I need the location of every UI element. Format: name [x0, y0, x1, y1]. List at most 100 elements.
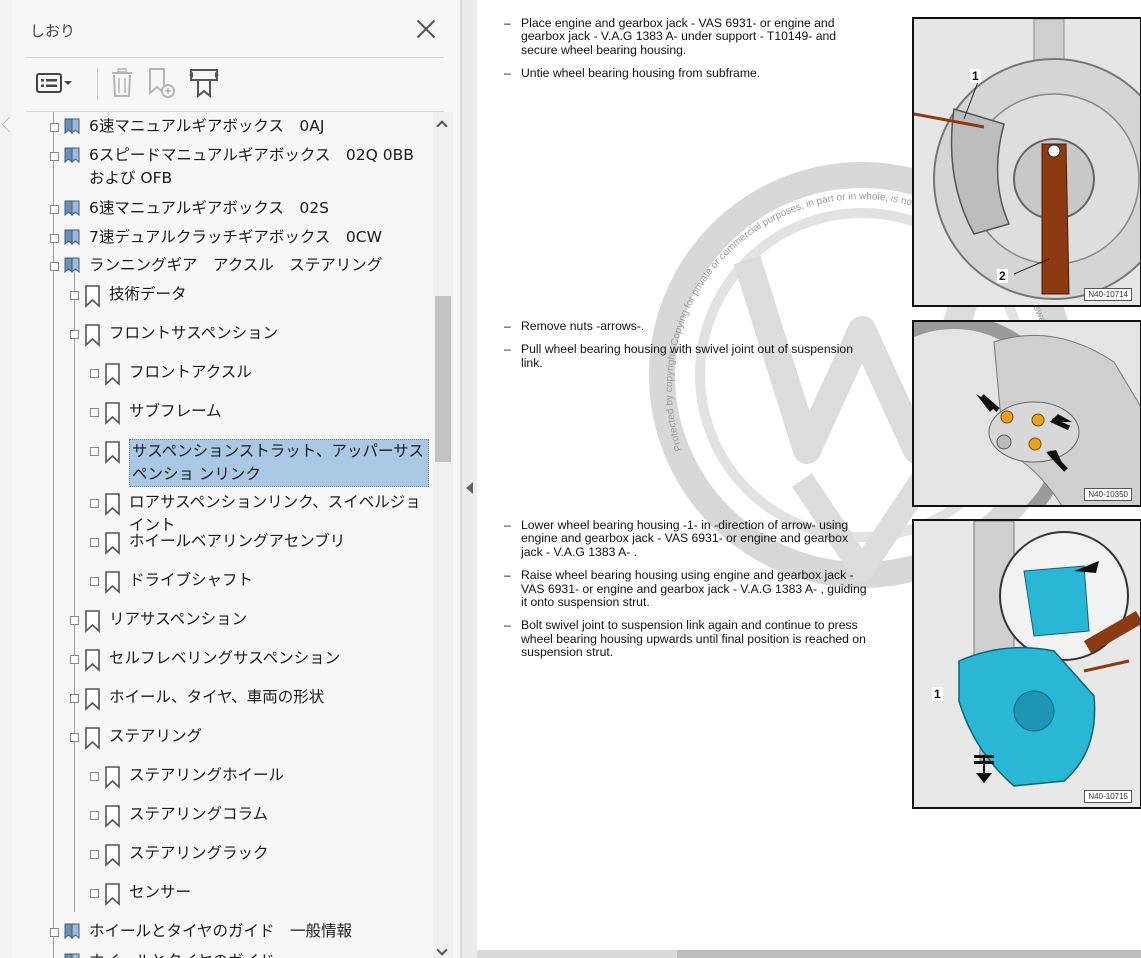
tree-toggle[interactable] [90, 499, 99, 508]
tree-toggle[interactable] [50, 152, 59, 161]
bookmarks-toolbar [26, 62, 444, 106]
bookmark-item[interactable]: セルフレベリングサスペンション [70, 647, 432, 676]
bookmark-item[interactable]: ホイールとタイヤのガイド [50, 950, 432, 958]
instruction-block-1: Place engine and gearbox jack - VAS 6931… [504, 16, 869, 91]
instruction-block-2: Remove nuts -arrows-. Pull wheel bearing… [504, 319, 869, 380]
bookmark-label: サスペンションストラット、アッパーサスペンショ ンリンク [129, 439, 429, 487]
bookmark-item[interactable]: 技術データ [70, 283, 432, 312]
tree-toggle[interactable] [70, 330, 79, 339]
bookmark-label: ランニングギア アクスル ステアリング [89, 256, 383, 274]
bookmark-item[interactable]: ホイール、タイヤ、車両の形状 [70, 686, 432, 715]
bookmark-group-icon [63, 116, 83, 140]
tree-toggle[interactable] [90, 772, 99, 781]
bookmark-item[interactable]: サスペンションストラット、アッパーサスペンショ ンリンク [90, 439, 432, 487]
bookmark-icon [103, 362, 123, 390]
panel-edge-icon [0, 116, 12, 136]
bookmark-item[interactable]: ステアリングコラム [90, 803, 432, 832]
instruction-step: Pull wheel bearing housing with swivel j… [504, 343, 869, 370]
bookmark-item[interactable]: リアサスペンション [70, 608, 432, 637]
expand-bookmark-icon[interactable] [186, 66, 222, 100]
bookmark-group-icon [63, 198, 83, 222]
bookmark-item[interactable]: ドライブシャフト [90, 569, 432, 598]
tree-toggle[interactable] [90, 577, 99, 586]
new-bookmark-icon[interactable] [144, 66, 178, 100]
tree-toggle[interactable] [70, 616, 79, 625]
tree-toggle[interactable] [90, 850, 99, 859]
bookmark-item[interactable]: ホイールベアリングアセンブリ [90, 530, 432, 559]
trash-icon[interactable] [106, 66, 138, 100]
bookmark-item[interactable]: ステアリングホイール [90, 764, 432, 793]
bookmark-label: 6速マニュアルギアボックス 0AJ [89, 117, 325, 135]
bookmark-icon [103, 401, 123, 429]
tree-toggle[interactable] [50, 928, 59, 937]
bookmark-label: ホイールとタイヤのガイド 一般情報 [89, 922, 353, 940]
bookmark-group-icon [63, 921, 83, 945]
tree-toggle[interactable] [90, 811, 99, 820]
bookmark-label: ステアリング [109, 727, 203, 745]
bookmark-label: リアサスペンション [109, 610, 248, 628]
panel-splitter[interactable] [461, 0, 477, 958]
tree-toggle[interactable] [50, 234, 59, 243]
scroll-up-icon[interactable] [436, 120, 448, 132]
bookmark-item[interactable]: ホイールとタイヤのガイド 一般情報 [50, 920, 432, 945]
instruction-step: Raise wheel bearing housing using engine… [504, 568, 869, 609]
figure-callout: 1 [970, 69, 981, 83]
figure-code: N40-10715 [1084, 790, 1132, 803]
bookmark-group-icon [63, 951, 83, 958]
bookmark-icon [103, 843, 123, 871]
tree-toggle[interactable] [90, 447, 99, 456]
bookmark-item[interactable]: 6速マニュアルギアボックス 02S [50, 197, 432, 222]
tree-toggle[interactable] [50, 205, 59, 214]
bookmark-label: フロントサスペンション [109, 324, 279, 342]
bookmark-tree: 6速マニュアルギアボックス 0AJ 6スピードマニュアルギアボックス 02Q 0B… [12, 112, 461, 958]
divider [26, 57, 444, 58]
bookmark-item[interactable]: 6スピードマニュアルギアボックス 02Q 0BB および OFB [50, 144, 432, 190]
scrollbar-thumb[interactable] [677, 950, 1141, 958]
bookmark-item[interactable]: 7速デュアルクラッチギアボックス 0CW [50, 226, 432, 251]
list-options-icon[interactable] [32, 66, 76, 100]
bookmark-item[interactable]: フロントサスペンション [70, 322, 432, 351]
bookmark-icon [83, 648, 103, 676]
figure-swivel-joint-nuts: N40-10350 [912, 320, 1141, 507]
bookmark-label: ステアリングラック [129, 844, 269, 862]
bookmark-label: サブフレーム [129, 402, 222, 420]
tree-toggle[interactable] [90, 408, 99, 417]
tree-toggle[interactable] [50, 123, 59, 132]
scroll-down-icon[interactable] [436, 944, 448, 956]
collapse-panel-icon[interactable] [466, 482, 473, 494]
tree-toggle[interactable] [70, 291, 79, 300]
tree-toggle[interactable] [50, 262, 59, 271]
vertical-scrollbar[interactable] [433, 112, 453, 958]
tree-toggle[interactable] [90, 538, 99, 547]
bookmark-label: ドライブシャフト [129, 571, 254, 589]
instruction-step: Place engine and gearbox jack - VAS 6931… [504, 16, 869, 57]
instruction-block-3: Lower wheel bearing housing -1- in -dire… [504, 518, 869, 670]
bookmark-icon [83, 687, 103, 715]
bookmark-icon [103, 570, 123, 598]
instruction-step: Lower wheel bearing housing -1- in -dire… [504, 518, 869, 559]
bookmark-label: ステアリングホイール [129, 766, 285, 784]
bookmark-item[interactable]: ランニングギア アクスル ステアリング [50, 254, 432, 279]
bookmark-item[interactable]: フロントアクスル [90, 361, 432, 390]
tree-toggle[interactable] [90, 889, 99, 898]
tree-toggle[interactable] [70, 655, 79, 664]
scrollbar-thumb[interactable] [435, 296, 451, 462]
bookmark-item[interactable]: サブフレーム [90, 400, 432, 429]
bookmark-item[interactable]: センサー [90, 881, 432, 910]
horizontal-scrollbar[interactable] [477, 950, 1141, 958]
bookmark-item[interactable]: ステアリング [70, 725, 432, 754]
tree-toggle[interactable] [90, 369, 99, 378]
bookmark-item[interactable]: ステアリングラック [90, 842, 432, 871]
bookmark-group-icon [63, 255, 83, 279]
bookmark-label: ホイールとタイヤのガイド [89, 950, 275, 958]
figure-callout: 2 [997, 269, 1008, 283]
bookmark-label: センサー [129, 883, 192, 901]
tree-toggle[interactable] [70, 694, 79, 703]
bookmark-group-icon [63, 227, 83, 251]
bookmark-item[interactable]: 6速マニュアルギアボックス 0AJ [50, 115, 432, 140]
bookmarks-panel: しおり 6速マニュアルギアボックス 0AJ 6スピードマニュアルギアボックス 0… [12, 0, 461, 958]
close-icon[interactable] [412, 15, 440, 43]
bookmark-label: 6スピードマニュアルギアボックス 02Q 0BB および OFB [89, 146, 414, 187]
tree-toggle[interactable] [70, 733, 79, 742]
bookmark-label: フロントアクスル [129, 363, 252, 381]
